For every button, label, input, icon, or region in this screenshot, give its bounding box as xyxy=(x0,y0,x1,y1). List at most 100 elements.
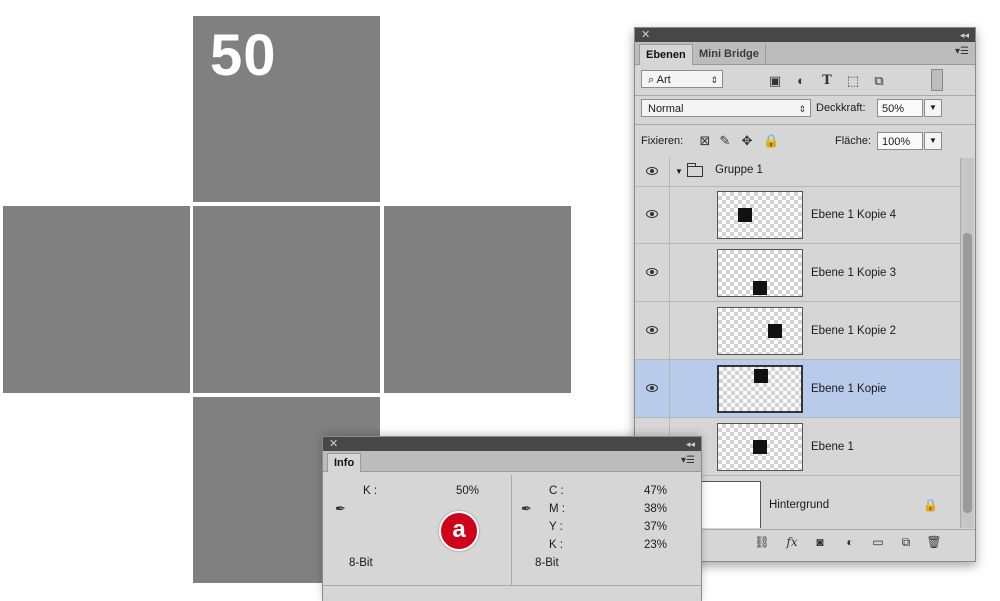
blend-row: Normal ⇕ Deckkraft: 50% ▼ xyxy=(635,96,975,124)
layer-thumbnail xyxy=(717,191,803,239)
layer-row-selected[interactable]: Ebene 1 Kopie xyxy=(635,360,960,418)
opacity-label: Deckkraft: xyxy=(816,102,866,114)
thumbnail-square xyxy=(754,369,768,383)
info-y-value: 37% xyxy=(643,521,667,533)
lock-all-icon[interactable]: 🔒 xyxy=(763,133,779,149)
folder-icon xyxy=(687,163,703,177)
layers-tab-row: Ebenen Mini Bridge ▾☰ xyxy=(635,42,975,65)
lock-icon: 🔒 xyxy=(923,497,938,512)
smartobject-filter-icon[interactable]: ⧉ xyxy=(871,73,887,89)
square-center xyxy=(193,206,380,393)
tab-mini-bridge[interactable]: Mini Bridge xyxy=(693,44,766,64)
info-titlebar: ✕ ◂◂ xyxy=(323,437,701,451)
panel-menu-icon[interactable]: ▾☰ xyxy=(681,455,695,466)
filter-row: ⌕ Art ⇕ ▣ ◐ T ⬚ ⧉ xyxy=(635,65,975,95)
filter-toggle-switch[interactable] xyxy=(931,69,943,91)
info-m-label: M : xyxy=(549,503,565,515)
layer-mask-icon[interactable]: ◙ xyxy=(811,534,829,550)
shape-filter-icon[interactable]: ⬚ xyxy=(845,73,861,89)
filter-kind-label: Art xyxy=(656,74,671,86)
square-right xyxy=(384,206,571,393)
layers-titlebar: ✕ ◂◂ xyxy=(635,28,975,42)
square-left xyxy=(3,206,190,393)
filter-kind-select[interactable]: ⌕ Art ⇕ xyxy=(641,70,723,88)
layer-thumbnail xyxy=(717,307,803,355)
lock-label: Fixieren: xyxy=(641,135,684,147)
type-filter-icon[interactable]: T xyxy=(819,73,835,89)
trash-icon[interactable]: 🗑 xyxy=(925,534,943,550)
thumbnail-square xyxy=(768,324,782,338)
opacity-number-label: 50 xyxy=(210,23,277,88)
layer-thumbnail xyxy=(717,249,803,297)
thumbnail-square xyxy=(753,281,767,295)
lock-position-icon[interactable]: ✥ xyxy=(739,133,755,149)
visibility-toggle[interactable] xyxy=(635,302,670,359)
info-tab-row: Info ▾☰ xyxy=(323,451,701,472)
layer-row[interactable]: Ebene 1 Kopie 2 xyxy=(635,302,960,360)
info-k2-value: 23% xyxy=(643,539,667,551)
layer-row[interactable]: Ebene 1 Kopie 4 xyxy=(635,186,960,244)
updown-icon: ⇕ xyxy=(710,75,718,85)
expand-triangle-icon[interactable]: ▼ xyxy=(675,167,683,176)
fill-input[interactable]: 100% xyxy=(877,132,923,150)
image-filter-icon[interactable]: ▣ xyxy=(767,73,783,89)
lock-row: Fixieren: ⊠ ✎ ✥ 🔒 Fläche: 100% ▼ xyxy=(635,125,975,157)
layer-group-row[interactable]: ▼ Gruppe 1 xyxy=(635,158,960,187)
search-icon: ⌕ xyxy=(648,74,657,86)
updown-icon: ⇕ xyxy=(798,104,806,114)
annotation-badge: a xyxy=(439,511,479,551)
info-panel: ✕ ◂◂ Info ▾☰ K : 50% ✒ a 8-Bit ✒ C : 47%… xyxy=(322,436,702,601)
fill-dropdown-button[interactable]: ▼ xyxy=(924,132,942,150)
new-group-icon[interactable]: ▭ xyxy=(869,534,887,550)
layer-name: Ebene 1 Kopie 2 xyxy=(811,324,897,337)
eye-icon xyxy=(646,209,658,218)
fill-label: Fläche: xyxy=(835,135,872,147)
info-right-bitdepth: 8-Bit xyxy=(535,557,559,569)
layer-name: Hintergrund xyxy=(769,498,830,511)
blend-mode-select[interactable]: Normal ⇕ xyxy=(641,99,811,117)
layer-thumbnail xyxy=(717,423,803,471)
thumbnail-square xyxy=(753,440,767,454)
info-k-label: K : xyxy=(363,485,378,497)
eye-icon xyxy=(646,267,658,276)
divider xyxy=(511,475,512,585)
blend-mode-value: Normal xyxy=(648,103,684,115)
tab-info[interactable]: Info xyxy=(327,453,362,472)
visibility-toggle[interactable] xyxy=(635,360,670,417)
divider xyxy=(323,585,701,586)
info-k2-label: K : xyxy=(549,539,564,551)
visibility-toggle[interactable] xyxy=(635,186,670,243)
layer-list-scrollbar[interactable] xyxy=(960,158,974,528)
layer-name: Ebene 1 Kopie xyxy=(811,382,887,395)
eyedropper-icon[interactable]: ✒ xyxy=(521,501,532,517)
info-m-value: 38% xyxy=(643,503,667,515)
info-c-label: C : xyxy=(549,485,564,497)
close-icon[interactable]: ✕ xyxy=(641,28,650,42)
fx-icon[interactable]: fx xyxy=(783,534,801,550)
close-icon[interactable]: ✕ xyxy=(329,437,338,451)
info-k-value: 50% xyxy=(455,485,479,497)
info-left-bitdepth: 8-Bit xyxy=(349,557,373,569)
collapse-icon[interactable]: ◂◂ xyxy=(686,437,695,451)
opacity-dropdown-button[interactable]: ▼ xyxy=(924,99,942,117)
layer-row[interactable]: Ebene 1 Kopie 3 xyxy=(635,244,960,302)
link-layers-icon[interactable]: ⛓ xyxy=(753,534,771,550)
eye-icon xyxy=(646,383,658,392)
tab-ebenen[interactable]: Ebenen xyxy=(639,44,693,65)
lock-pixels-icon[interactable]: ✎ xyxy=(717,133,733,149)
info-y-label: Y : xyxy=(549,521,563,533)
visibility-toggle[interactable] xyxy=(635,158,670,186)
panel-menu-icon[interactable]: ▾☰ xyxy=(955,46,969,57)
layer-name: Ebene 1 Kopie 4 xyxy=(811,208,897,221)
adjustment-filter-icon[interactable]: ◐ xyxy=(793,73,809,89)
lock-transparency-icon[interactable]: ⊠ xyxy=(697,133,713,149)
new-layer-icon[interactable]: ⧉ xyxy=(897,534,915,550)
scrollbar-thumb[interactable] xyxy=(963,233,972,513)
eye-icon xyxy=(646,167,658,175)
thumbnail-square xyxy=(738,208,752,222)
adjustment-layer-icon[interactable]: ◐ xyxy=(841,534,859,550)
opacity-input[interactable]: 50% xyxy=(877,99,923,117)
eyedropper-icon[interactable]: ✒ xyxy=(335,501,346,517)
visibility-toggle[interactable] xyxy=(635,244,670,301)
collapse-icon[interactable]: ◂◂ xyxy=(960,28,969,42)
